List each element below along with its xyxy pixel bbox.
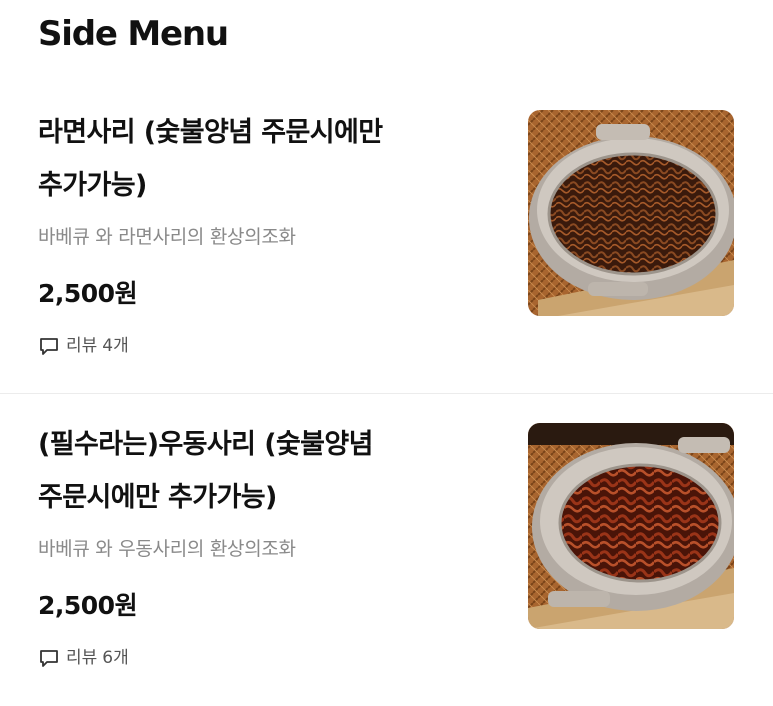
menu-item-ramen[interactable]: 라면사리 (숯불양념 주문시에만 추가가능) 바베큐 와 라면사리의 환상의조화… [0, 94, 773, 394]
section-title: Side Menu [38, 14, 229, 54]
udon-dish-image[interactable] [528, 423, 734, 629]
menu-item-name: (필수라는)우동사리 (숯불양념 주문시에만 추가가능) [38, 418, 478, 524]
menu-item-name-line1: 라면사리 (숯불양념 주문시에만 [38, 117, 383, 148]
review-label: 리뷰 [66, 648, 98, 668]
comment-icon [38, 647, 60, 669]
menu-item-price: 2,500원 [38, 279, 138, 308]
review-count: 6개 [102, 648, 129, 668]
menu-item-name-line1: (필수라는)우동사리 (숯불양념 [38, 429, 374, 460]
menu-item-review-link[interactable]: 리뷰 6개 [38, 646, 129, 670]
menu-item-price: 2,500원 [38, 591, 138, 620]
review-label: 리뷰 [66, 336, 98, 356]
divider [0, 393, 773, 394]
comment-icon [38, 335, 60, 357]
ramen-dish-image[interactable] [528, 110, 734, 316]
review-count: 4개 [102, 336, 129, 356]
menu-item-description: 바베큐 와 라면사리의 환상의조화 [38, 226, 296, 248]
menu-item-description: 바베큐 와 우동사리의 환상의조화 [38, 538, 296, 560]
menu-item-name-line2: 추가가능) [38, 170, 147, 201]
menu-item-udon[interactable]: (필수라는)우동사리 (숯불양념 주문시에만 추가가능) 바베큐 와 우동사리의… [0, 406, 773, 706]
menu-item-name: 라면사리 (숯불양념 주문시에만 추가가능) [38, 106, 478, 212]
menu-item-name-line2: 주문시에만 추가가능) [38, 482, 277, 513]
menu-item-review-link[interactable]: 리뷰 4개 [38, 334, 129, 358]
